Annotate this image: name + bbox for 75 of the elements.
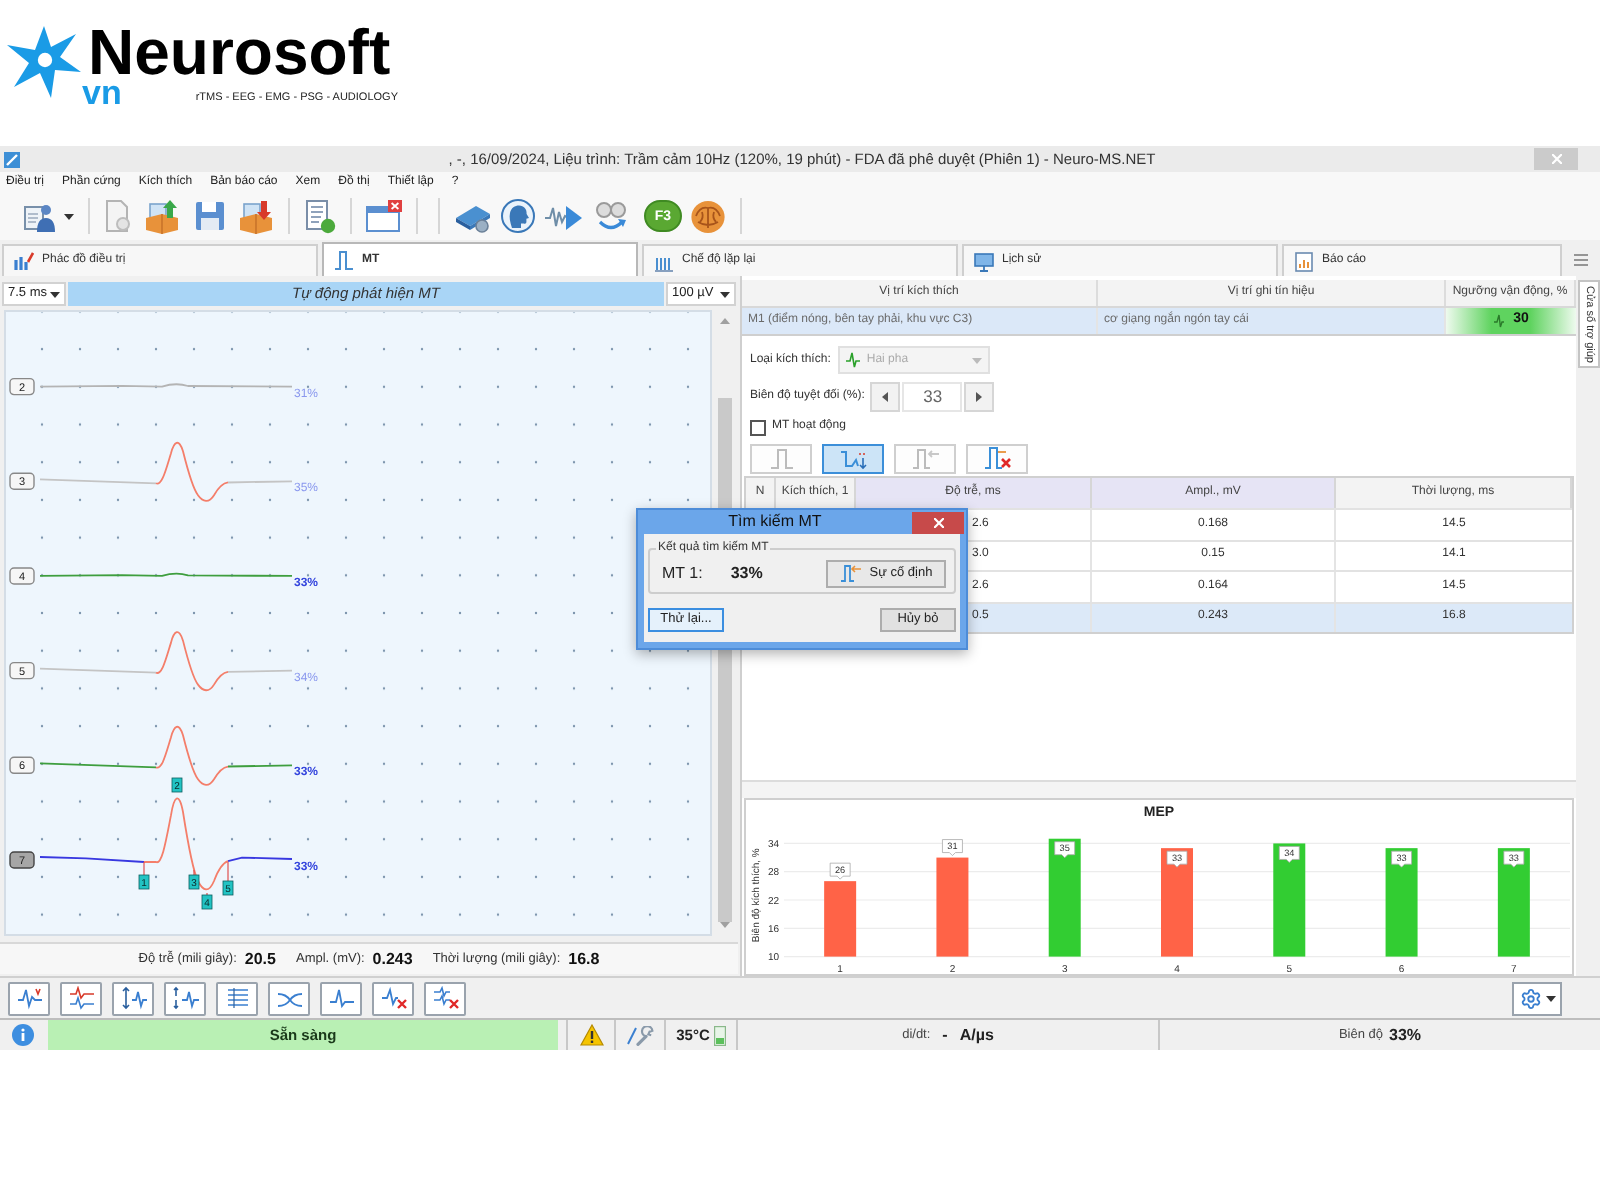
caret-icon — [64, 213, 74, 219]
box-arrow-up-icon[interactable] — [144, 199, 180, 233]
waveform-icon — [15, 986, 43, 1010]
response-curve — [143, 797, 229, 891]
waveforms-delete-icon — [431, 986, 459, 1010]
refresh-icon[interactable] — [592, 199, 630, 233]
caret-icon — [720, 291, 730, 297]
response-curve — [155, 441, 229, 502]
patient-card-icon[interactable] — [24, 200, 56, 232]
scroll-up-icon — [720, 318, 730, 324]
window-close-icon[interactable] — [366, 200, 402, 232]
amplitude-input[interactable]: 33 — [902, 382, 963, 413]
checkbox[interactable] — [750, 419, 766, 436]
settings-icon — [1519, 987, 1541, 1009]
waveform-tool-button[interactable] — [268, 981, 310, 1015]
waveform-play-icon[interactable] — [544, 200, 584, 232]
right-triangle-icon — [976, 392, 983, 403]
stacked-lines-icon — [223, 986, 251, 1010]
pulse-icon — [769, 447, 793, 470]
report-icon — [1294, 251, 1314, 271]
double-arrows-waveform-icon — [171, 986, 199, 1010]
waveform-tool-button[interactable] — [372, 981, 414, 1015]
didt-value: - — [942, 1023, 948, 1047]
tool-button[interactable] — [966, 443, 1028, 474]
amplitude-value: 33% — [1389, 1023, 1422, 1047]
menu-icon[interactable] — [1574, 254, 1588, 266]
caret-icon — [972, 357, 983, 364]
pulse-arrow-icon — [839, 564, 862, 582]
pen-wrench-icon — [626, 1025, 654, 1045]
increment-button[interactable] — [964, 382, 995, 413]
arrows-waveform-icon — [119, 986, 147, 1010]
waveform-tool-button[interactable] — [112, 981, 154, 1015]
response-curve — [155, 631, 229, 692]
waveform-tool-button[interactable] — [424, 981, 466, 1015]
waveform-tool-button[interactable] — [320, 981, 362, 1015]
decrement-button[interactable] — [870, 382, 901, 413]
readout-value: 20.5 — [244, 947, 276, 971]
pulse-arrow-icon — [911, 447, 939, 470]
head-profile-icon[interactable] — [500, 198, 536, 234]
waveform-tool-button[interactable] — [164, 981, 206, 1015]
waveform-tool-button[interactable] — [60, 981, 102, 1015]
didt-unit: A/µs — [959, 1023, 994, 1047]
document-list-icon[interactable] — [304, 199, 336, 233]
chart-pen-icon — [14, 251, 34, 271]
settings-dropdown-button[interactable] — [1512, 981, 1562, 1015]
waveform-tool-button[interactable] — [8, 981, 50, 1015]
caret-icon — [50, 291, 60, 297]
readout-value: 16.8 — [568, 947, 600, 971]
result-label: MT 1: — [662, 561, 703, 585]
caret-icon — [1545, 995, 1555, 1001]
brain-icon[interactable] — [690, 199, 726, 233]
warning-icon — [579, 1024, 603, 1046]
box-arrow-down-icon[interactable] — [238, 199, 274, 233]
app-icon — [4, 151, 20, 167]
pulse-auto-detect-icon — [839, 447, 867, 470]
pulse-icon — [334, 250, 354, 270]
biphasic-wave-icon — [846, 352, 861, 369]
tool-button[interactable] — [822, 443, 884, 474]
close-icon — [1551, 154, 1561, 164]
close-icon — [933, 517, 943, 527]
readout-value: 0.243 — [372, 947, 413, 971]
info-icon — [11, 1024, 33, 1046]
pulse-icon — [1493, 314, 1504, 328]
pulse-wave-icon — [327, 986, 355, 1010]
stacked-waveforms-icon — [67, 986, 95, 1010]
response-curve — [155, 725, 229, 786]
waveform-delete-icon — [379, 986, 407, 1010]
level-meter-icon — [713, 1025, 726, 1045]
brand-name: Neurosoft — [88, 20, 393, 84]
monitor-icon — [974, 251, 994, 271]
pulse-remove-icon — [983, 446, 1011, 471]
waveform-tool-button[interactable] — [216, 981, 258, 1015]
left-triangle-icon — [882, 392, 889, 403]
brand-suffix: vn — [82, 78, 122, 108]
close-button[interactable] — [912, 511, 964, 533]
